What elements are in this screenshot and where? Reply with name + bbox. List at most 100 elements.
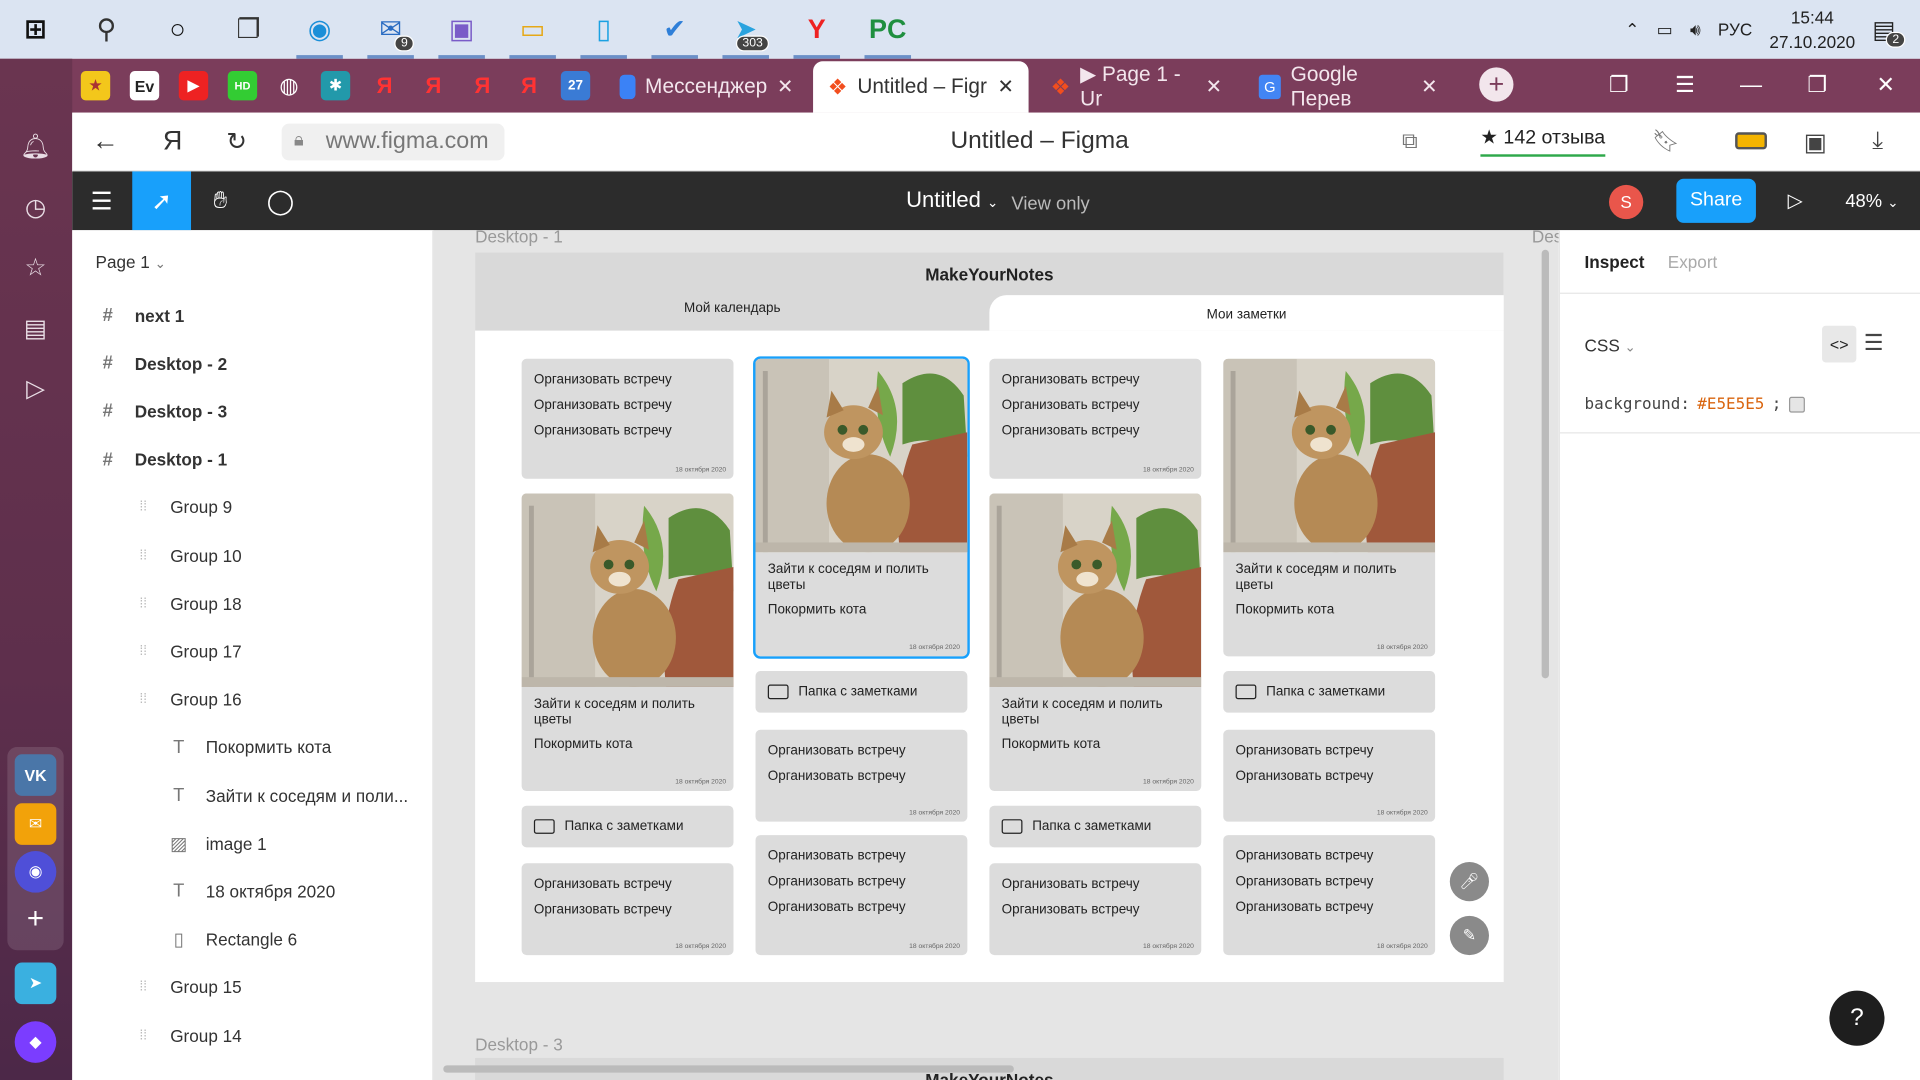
bookmark-app-icon[interactable]: ✱ (320, 71, 351, 101)
layer-item[interactable]: ⁞⁞ Group 16 (72, 675, 432, 723)
note-card[interactable]: Организовать встречу Организовать встречу… (989, 863, 1202, 956)
close-icon[interactable]: ✕ (777, 75, 793, 99)
restore-button[interactable]: ❐ (1790, 64, 1844, 106)
present-icon[interactable]: ▷ (1766, 171, 1825, 230)
avatar[interactable]: S (1608, 184, 1644, 220)
edge-icon[interactable]: ◉ (284, 0, 355, 59)
photo-note-card[interactable]: Зайти к соседям и полить цветы Покормить … (1223, 358, 1436, 657)
vk-icon[interactable]: VK (14, 754, 57, 796)
page-selector[interactable]: Page 1 ⌄ (96, 252, 166, 272)
tab-figma[interactable]: ❖ Untitled – Figr ✕ (813, 61, 1029, 113)
layer-item[interactable]: # next 1 (72, 291, 432, 339)
list-view-icon[interactable]: ☰ (1864, 331, 1884, 357)
zoom-menu[interactable]: 48% ⌄ (1845, 191, 1898, 212)
pycharm-icon[interactable]: PC (852, 0, 923, 59)
bell-icon[interactable]: 🔔︎ (17, 127, 54, 164)
send-icon[interactable]: ➤ (14, 962, 57, 1005)
layer-item[interactable]: ⁞⁞ Group 18 (72, 579, 432, 627)
note-card[interactable]: Организовать встречу Организовать встречу… (755, 835, 968, 956)
note-card[interactable]: Организовать встречу Организовать встречу… (521, 358, 734, 479)
layer-item[interactable]: ⁞⁞ Group 17 (72, 627, 432, 675)
github-icon[interactable]: ◍ (274, 71, 303, 100)
todo-icon[interactable]: ✔ (639, 0, 710, 59)
yandex-bookmark-icon[interactable]: Я (370, 71, 399, 100)
note-card[interactable]: Организовать встречу Организовать встречу… (1223, 835, 1436, 956)
chevron-up-icon[interactable]: ⌃ (1625, 19, 1639, 40)
download-icon[interactable]: ⤓ (1872, 127, 1883, 155)
mail-icon[interactable]: ✉ 9 (355, 0, 426, 59)
tab-inspect[interactable]: Inspect (1585, 252, 1645, 272)
note-card[interactable]: Организовать встречу Организовать встречу… (989, 358, 1202, 479)
photo-note-card[interactable]: Зайти к соседям и полить цветы Покормить … (753, 356, 970, 659)
microphone-button[interactable]: 🎤︎ (1449, 862, 1489, 902)
tab-page1[interactable]: ❖ ▶ Page 1 - Ur ✕ (1036, 61, 1237, 112)
url-field[interactable]: 🔒︎ www.figma.com (281, 123, 505, 161)
extension-icon[interactable]: ⧉ (1402, 129, 1418, 155)
yandex-bookmark-icon[interactable]: Я (514, 71, 543, 100)
comment-tool-icon[interactable]: ◯ (251, 171, 310, 230)
yandex-browser-icon[interactable]: Y (781, 0, 852, 59)
reader-icon[interactable]: ▣ (1804, 127, 1827, 158)
minimize-button[interactable]: — (1724, 64, 1778, 106)
layer-item[interactable]: ⁞⁞ Group 14 (72, 1011, 432, 1059)
pencil-button[interactable]: ✎ (1449, 915, 1489, 956)
alice-icon[interactable]: ◆ (14, 1021, 57, 1063)
star-icon[interactable]: ☆ (17, 249, 54, 286)
tab-export[interactable]: Export (1668, 252, 1718, 272)
tab-calendar[interactable]: Мой календарь (475, 301, 989, 316)
share-button[interactable]: Share (1676, 178, 1756, 223)
cortana-icon[interactable]: ○ (142, 0, 213, 59)
close-icon[interactable]: ✕ (997, 75, 1013, 99)
youtube-icon[interactable]: ▶ (178, 71, 209, 101)
folder-card[interactable]: Папка с заметками (1223, 671, 1436, 713)
layer-item[interactable]: T Покормить кота (72, 723, 432, 771)
close-window-button[interactable]: ✕ (1859, 64, 1913, 106)
code-view-icon[interactable]: <> (1822, 325, 1857, 363)
tab-messenger[interactable]: Мессенджер ✕ (605, 61, 808, 112)
telegram-icon[interactable]: ➤ 303 (710, 0, 781, 59)
yandex-bookmark-icon[interactable]: Я (468, 71, 497, 100)
photos-icon[interactable]: ▣ (426, 0, 497, 59)
new-tab-button[interactable]: + (1479, 67, 1514, 102)
task-view-icon[interactable]: ❐ (213, 0, 284, 59)
history-icon[interactable]: ◷ (17, 189, 54, 226)
horizontal-scrollbar[interactable] (443, 1065, 1014, 1073)
tab-google-translate[interactable]: G Google Перев ✕ (1244, 61, 1452, 112)
frame-label[interactable]: Des (1532, 230, 1559, 246)
play-icon[interactable]: ▷ (17, 370, 54, 407)
battery-icon[interactable]: ▭ (1657, 19, 1673, 40)
folder-card[interactable]: Папка с заметками (755, 671, 968, 713)
reload-icon[interactable]: ↻ (227, 126, 248, 157)
notifications-icon[interactable]: ▤ 2 (1872, 14, 1906, 48)
language-indicator[interactable]: РУС (1718, 20, 1752, 40)
bookmark-ev-icon[interactable]: Ev (129, 71, 160, 101)
folder-card[interactable]: Папка с заметками (989, 805, 1202, 848)
collections-icon[interactable]: ❐ (1592, 64, 1646, 106)
layer-item[interactable]: # Desktop - 2 (72, 339, 432, 387)
layer-item[interactable]: # Desktop - 3 (72, 387, 432, 435)
close-icon[interactable]: ✕ (1206, 75, 1222, 99)
back-icon[interactable]: ← (92, 125, 119, 157)
mail-icon[interactable]: ✉ (14, 803, 57, 845)
volume-icon[interactable]: 🔊︎ (1690, 19, 1701, 40)
move-tool-icon[interactable]: ➚ (132, 171, 192, 231)
windows-start-icon[interactable]: ⊞ (0, 0, 71, 59)
collections-icon[interactable]: ▤ (17, 310, 54, 347)
note-card[interactable]: Организовать встречу Организовать встречу… (1223, 729, 1436, 822)
battery-saver-icon[interactable] (1735, 132, 1767, 150)
note-card[interactable]: Организовать встречу Организовать встречу… (521, 863, 734, 956)
layer-item[interactable]: T 18 октября 2020 (72, 867, 432, 915)
reviews-badge[interactable]: ★ 142 отзыва (1480, 125, 1606, 157)
yandex-home-icon[interactable]: Я (163, 125, 182, 157)
canvas[interactable]: Desktop - 1 Des MakeYourNotes Мой календ… (433, 230, 1559, 1080)
search-icon[interactable]: ⚲ (71, 0, 142, 59)
messenger-icon[interactable]: ◉ (14, 851, 57, 893)
vertical-scrollbar[interactable] (1541, 249, 1549, 679)
hand-tool-icon[interactable]: ✋︎ (191, 171, 250, 230)
layer-item[interactable]: ⁞⁞ Group 10 (72, 531, 432, 579)
css-selector[interactable]: CSS ⌄ (1585, 336, 1636, 356)
note-card[interactable]: Организовать встречу Организовать встречу… (755, 729, 968, 822)
layer-item[interactable]: ⁞⁞ Group 15 (72, 963, 432, 1011)
layer-item[interactable]: T Зайти к соседям и поли... (72, 771, 432, 819)
photo-note-card[interactable]: Зайти к соседям и полить цветы Покормить … (989, 493, 1202, 792)
